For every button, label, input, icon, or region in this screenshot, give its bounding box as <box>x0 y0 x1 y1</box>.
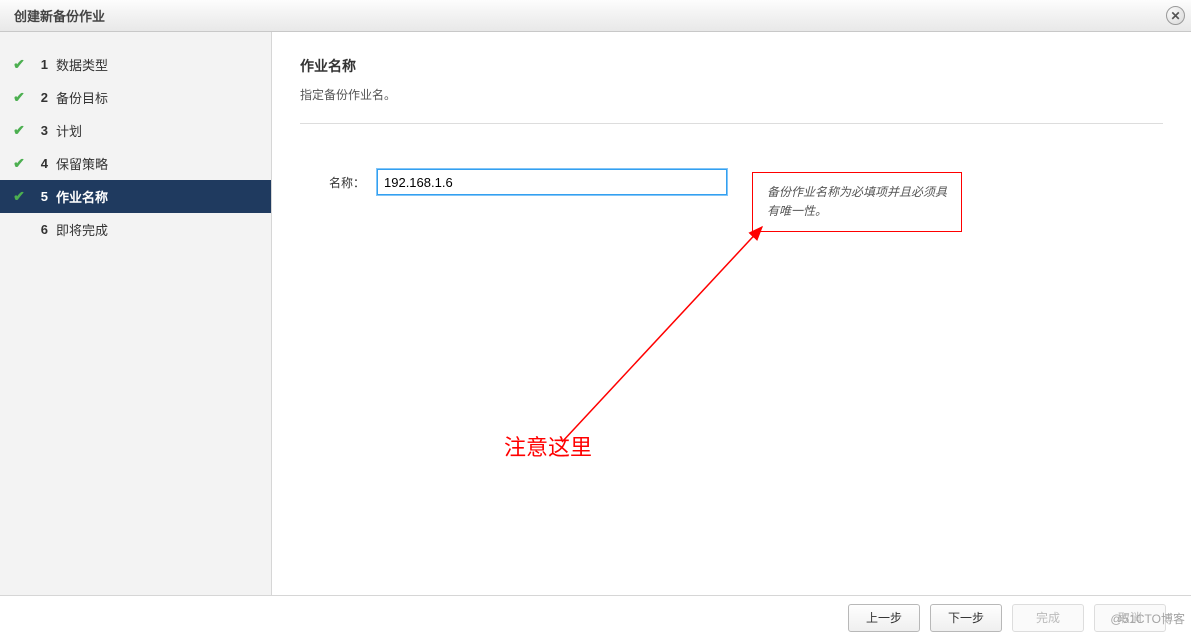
step-schedule[interactable]: ✔ 3 计划 <box>0 114 271 147</box>
check-icon: ✔ <box>10 155 28 172</box>
step-backup-target[interactable]: ✔ 2 备份目标 <box>0 81 271 114</box>
close-button[interactable]: ✕ <box>1166 6 1185 25</box>
step-number: 3 <box>28 123 48 138</box>
wizard-sidebar: ✔ 1 数据类型 ✔ 2 备份目标 ✔ 3 计划 ✔ 4 保留策略 ✔ 5 作业… <box>0 32 272 595</box>
step-label: 计划 <box>56 121 82 140</box>
annotation-arrow <box>272 32 1191 592</box>
name-input[interactable] <box>377 169 727 195</box>
step-retention[interactable]: ✔ 4 保留策略 <box>0 147 271 180</box>
close-icon: ✕ <box>1170 10 1180 22</box>
page-subtitle: 指定备份作业名。 <box>300 86 1163 103</box>
hint-box: 备份作业名称为必填项并且必须具有唯一性。 <box>752 172 962 232</box>
step-number: 4 <box>28 156 48 171</box>
next-button[interactable]: 下一步 <box>930 604 1002 632</box>
step-label: 即将完成 <box>56 220 108 239</box>
step-label: 数据类型 <box>56 55 108 74</box>
check-icon: ✔ <box>10 56 28 73</box>
body-area: ✔ 1 数据类型 ✔ 2 备份目标 ✔ 3 计划 ✔ 4 保留策略 ✔ 5 作业… <box>0 32 1191 595</box>
step-number: 5 <box>28 189 48 204</box>
name-label: 名称： <box>310 174 365 191</box>
hint-text: 备份作业名称为必填项并且必须具有唯一性。 <box>767 185 947 218</box>
check-icon: ✔ <box>10 188 28 205</box>
step-finish[interactable]: 6 即将完成 <box>0 213 271 246</box>
step-number: 6 <box>28 222 48 237</box>
step-number: 2 <box>28 90 48 105</box>
page-title: 作业名称 <box>300 56 1163 76</box>
step-label: 备份目标 <box>56 88 108 107</box>
check-icon: ✔ <box>10 122 28 139</box>
cancel-button: 取消 <box>1094 604 1166 632</box>
titlebar: 创建新备份作业 ✕ <box>0 0 1191 32</box>
annotation-label: 注意这里 <box>504 430 592 462</box>
prev-button[interactable]: 上一步 <box>848 604 920 632</box>
divider <box>300 123 1163 124</box>
main-panel: 作业名称 指定备份作业名。 名称： 备份作业名称为必填项并且必须具有唯一性。 注… <box>272 32 1191 595</box>
step-label: 作业名称 <box>56 187 108 206</box>
step-job-name[interactable]: ✔ 5 作业名称 <box>0 180 271 213</box>
blank-icon <box>10 222 28 238</box>
finish-button: 完成 <box>1012 604 1084 632</box>
step-data-type[interactable]: ✔ 1 数据类型 <box>0 48 271 81</box>
window-title: 创建新备份作业 <box>14 6 105 25</box>
check-icon: ✔ <box>10 89 28 106</box>
step-number: 1 <box>28 57 48 72</box>
name-row: 名称： <box>310 169 1163 195</box>
step-label: 保留策略 <box>56 154 108 173</box>
footer: 上一步 下一步 完成 取消 <box>0 595 1191 639</box>
